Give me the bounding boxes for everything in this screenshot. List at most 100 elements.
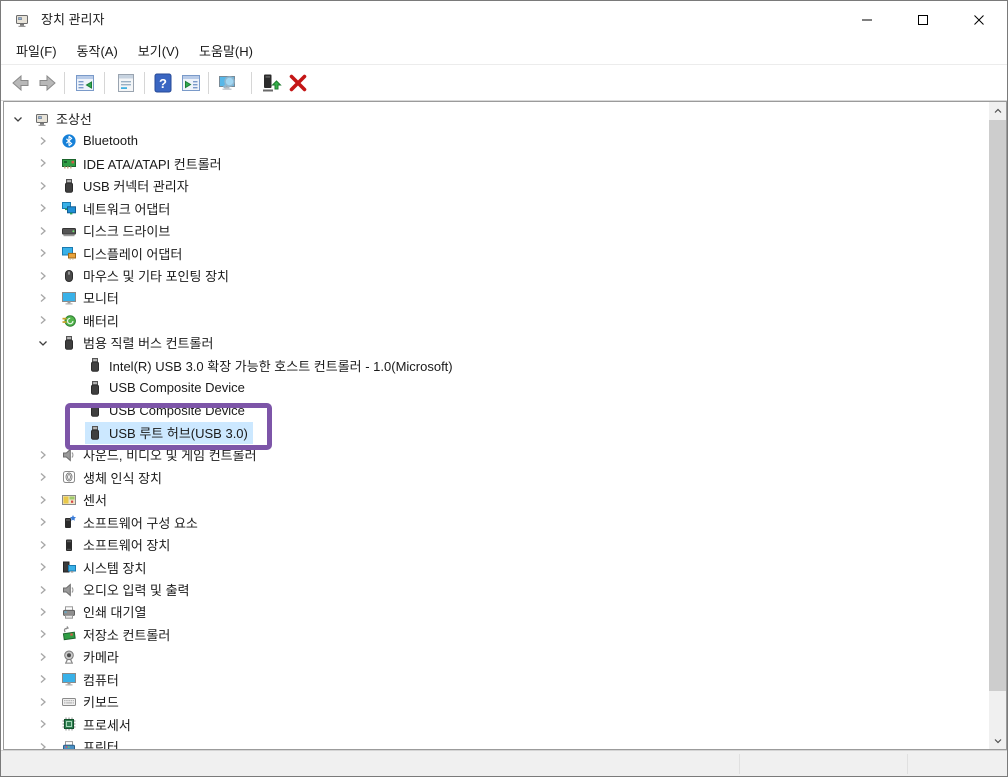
tree-item: USB Composite Device [4, 377, 989, 399]
tree-item-label-area[interactable]: 생체 인식 장치 [59, 466, 167, 488]
tree-item-label-area[interactable]: 배터리 [59, 309, 124, 331]
tree-item-label-area[interactable]: 소프트웨어 장치 [59, 534, 175, 556]
chevron-right-icon[interactable] [35, 268, 51, 284]
show-action-pane-button[interactable] [178, 70, 204, 96]
scroll-up-button[interactable] [989, 102, 1006, 119]
chevron-down-icon [993, 736, 1003, 746]
tree-item-label-area[interactable]: 카메라 [59, 646, 124, 668]
scan-hardware-changes-button[interactable] [215, 70, 241, 96]
uninstall-device-icon [286, 71, 310, 95]
toolbar: ? [1, 65, 1007, 101]
scroll-down-button[interactable] [989, 732, 1006, 749]
tree-item-label-area[interactable]: 디스플레이 어댑터 [59, 242, 187, 264]
chevron-right-icon[interactable] [35, 290, 51, 306]
tree-item-label: 카메라 [83, 647, 119, 666]
menu-help[interactable]: 도움말(H) [189, 39, 263, 64]
usb-icon [61, 335, 77, 351]
back-button[interactable] [7, 70, 33, 96]
chevron-right-icon[interactable] [35, 604, 51, 620]
tree-item-label-area[interactable]: 사운드, 비디오 및 게임 컨트롤러 [59, 444, 262, 466]
show-console-tree-icon [73, 71, 97, 95]
show-console-tree-button[interactable] [72, 70, 98, 96]
tree-item-label-area[interactable]: 디스크 드라이브 [59, 220, 175, 242]
tree-item-label: USB 루트 허브(USB 3.0) [109, 423, 248, 442]
tree-item-label-area[interactable]: 네트워크 어댑터 [59, 197, 175, 219]
minimize-button[interactable] [839, 1, 895, 39]
vertical-scrollbar[interactable] [989, 102, 1006, 749]
chevron-right-icon[interactable] [35, 245, 51, 261]
tree-item-label-area[interactable]: 오디오 입력 및 출력 [59, 579, 195, 601]
tree-item-label-area[interactable]: USB 루트 허브(USB 3.0) [85, 422, 253, 444]
scrollbar-thumb[interactable] [989, 120, 1006, 691]
tree-item-label-area[interactable]: 프로세서 [59, 713, 136, 735]
tree-item-label-area[interactable]: 범용 직렬 버스 컨트롤러 [59, 332, 218, 354]
chevron-right-icon[interactable] [35, 626, 51, 642]
tree-item-label-area[interactable]: USB 커넥터 관리자 [59, 175, 194, 197]
tree-item-label-area[interactable]: 저장소 컨트롤러 [59, 623, 175, 645]
tree-item-label: 디스플레이 어댑터 [83, 244, 182, 263]
disk-drive-icon [61, 223, 77, 239]
monitor-icon [61, 671, 77, 687]
tree-item-label-area[interactable]: 소프트웨어 구성 요소 [59, 511, 203, 533]
tree-item-label-area[interactable]: 인쇄 대기열 [59, 601, 151, 623]
chevron-right-icon[interactable] [35, 694, 51, 710]
forward-button[interactable] [35, 70, 61, 96]
tree-item-label: 네트워크 어댑터 [83, 199, 170, 218]
chevron-right-icon[interactable] [35, 492, 51, 508]
chevron-right-icon[interactable] [35, 537, 51, 553]
tree-item-label-area[interactable]: 마우스 및 기타 포인팅 장치 [59, 265, 234, 287]
tree-item: 생체 인식 장치 [4, 466, 989, 488]
chevron-right-icon[interactable] [35, 312, 51, 328]
chevron-right-icon[interactable] [35, 559, 51, 575]
chevron-right-icon[interactable] [35, 200, 51, 216]
tree-item-label: 소프트웨어 구성 요소 [83, 513, 198, 532]
chevron-right-icon[interactable] [35, 447, 51, 463]
tree-item-label-area[interactable]: 시스템 장치 [59, 556, 151, 578]
chevron-right-icon[interactable] [35, 133, 51, 149]
toolbar-separator [144, 72, 145, 94]
close-button[interactable] [951, 1, 1007, 39]
tree-item-label-area[interactable]: 프린터 [59, 736, 124, 749]
chevron-right-icon[interactable] [35, 223, 51, 239]
tree-item-label: 키보드 [83, 692, 119, 711]
uninstall-device-button[interactable] [285, 70, 311, 96]
tree-item-label-area[interactable]: 센서 [59, 489, 112, 511]
chevron-right-icon[interactable] [35, 514, 51, 530]
update-driver-button[interactable] [258, 70, 284, 96]
chevron-right-icon[interactable] [35, 739, 51, 749]
properties-button[interactable] [113, 70, 139, 96]
tree-item: 디스플레이 어댑터 [4, 242, 989, 264]
tree-item-label-area[interactable]: Bluetooth [59, 130, 143, 152]
tree-item: 저장소 컨트롤러 [4, 623, 989, 645]
chevron-right-icon[interactable] [35, 582, 51, 598]
tree-item-label-area[interactable]: Intel(R) USB 3.0 확장 가능한 호스트 컨트롤러 - 1.0(M… [85, 354, 458, 376]
chevron-right-icon[interactable] [35, 155, 51, 171]
tree-item: 디스크 드라이브 [4, 220, 989, 242]
tree-item-label-area[interactable]: 키보드 [59, 691, 124, 713]
tree-item-label-area[interactable]: USB Composite Device [85, 377, 250, 399]
chevron-right-icon[interactable] [35, 671, 51, 687]
menu-action[interactable]: 동작(A) [67, 39, 128, 64]
chevron-right-icon[interactable] [35, 178, 51, 194]
tree-item-label-area[interactable]: USB Composite Device [85, 399, 250, 421]
svg-text:?: ? [159, 76, 167, 91]
tree-item-label: 범용 직렬 버스 컨트롤러 [83, 333, 213, 352]
chevron-down-icon[interactable] [35, 335, 51, 351]
tree-item-label-area[interactable]: 조상선 [32, 108, 97, 130]
chevron-down-icon[interactable] [10, 111, 26, 127]
tree-item-label: 마우스 및 기타 포인팅 장치 [83, 266, 229, 285]
help-button[interactable]: ? [150, 70, 176, 96]
chevron-right-icon[interactable] [35, 716, 51, 732]
maximize-button[interactable] [895, 1, 951, 39]
tree-item-label: Intel(R) USB 3.0 확장 가능한 호스트 컨트롤러 - 1.0(M… [109, 356, 453, 375]
menu-file[interactable]: 파일(F) [6, 39, 67, 64]
tree-item-label: 프린터 [83, 737, 119, 749]
tree-item-label-area[interactable]: IDE ATA/ATAPI 컨트롤러 [59, 152, 227, 174]
menu-view[interactable]: 보기(V) [128, 39, 189, 64]
keyboard-icon [61, 694, 77, 710]
chevron-right-icon[interactable] [35, 469, 51, 485]
tree-item-label-area[interactable]: 모니터 [59, 287, 124, 309]
tree-item-label-area[interactable]: 컴퓨터 [59, 668, 124, 690]
tree-item: 네트워크 어댑터 [4, 197, 989, 219]
chevron-right-icon[interactable] [35, 649, 51, 665]
